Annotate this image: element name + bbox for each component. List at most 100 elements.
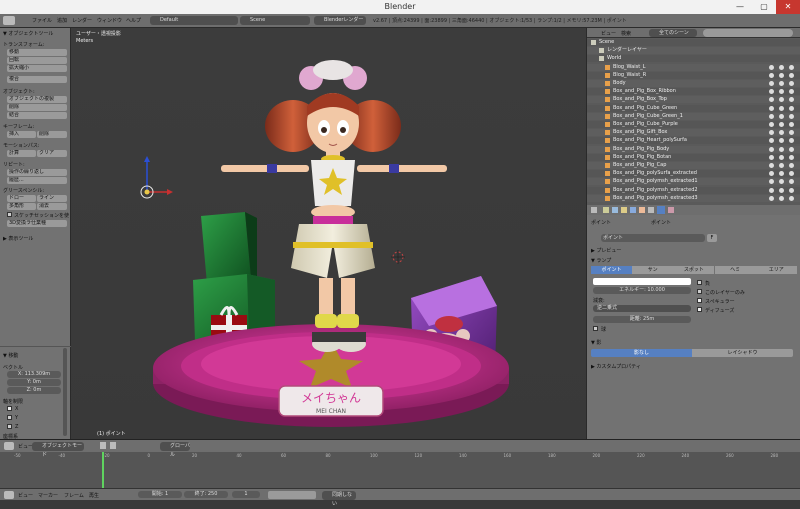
constraints-tab-icon[interactable]	[648, 207, 654, 213]
render-camera-icon[interactable]	[789, 89, 794, 95]
menu-file[interactable]: ファイル	[32, 17, 52, 24]
render-camera-icon[interactable]	[789, 64, 794, 70]
outliner-row[interactable]: Box_and_Pig_Box_Ribbon	[587, 88, 800, 96]
render-camera-icon[interactable]	[789, 138, 794, 144]
select-arrow-icon[interactable]	[779, 154, 784, 160]
outliner-row[interactable]: Body	[587, 80, 800, 87]
select-arrow-icon[interactable]	[779, 113, 784, 119]
select-arrow-icon[interactable]	[779, 146, 784, 152]
timeline-editor-icon[interactable]	[4, 491, 14, 499]
move-operator-header[interactable]: ▼ 移動	[3, 352, 18, 359]
start-frame-field[interactable]: 開始: 1	[138, 491, 182, 498]
render-camera-icon[interactable]	[789, 97, 794, 103]
scene-dropdown[interactable]: Scene	[240, 16, 310, 25]
outliner-row[interactable]: Box_and_Pig_Cube_Purple	[587, 121, 800, 128]
eye-icon[interactable]	[769, 113, 774, 119]
render-camera-icon[interactable]	[789, 195, 794, 201]
render-camera-icon[interactable]	[789, 187, 794, 193]
translate-button[interactable]: 移動	[7, 49, 67, 56]
world-tab-icon[interactable]	[630, 207, 636, 213]
playhead[interactable]	[102, 452, 104, 489]
eye-icon[interactable]	[769, 179, 774, 185]
select-arrow-icon[interactable]	[779, 163, 784, 168]
eye-icon[interactable]	[769, 122, 774, 127]
eye-icon[interactable]	[769, 154, 774, 160]
object-tab-icon[interactable]	[639, 207, 645, 213]
outliner-row[interactable]: World	[587, 55, 800, 63]
vector-x-field[interactable]: X: 113.309m	[7, 371, 61, 378]
info-editor-icon[interactable]	[3, 16, 15, 25]
gp-poly-button[interactable]: 多角形	[7, 203, 36, 210]
sketch-session-checkbox[interactable]	[7, 212, 12, 217]
vector-z-field[interactable]: Z: 0m	[7, 387, 61, 394]
lamp-type-button[interactable]: ポイント	[591, 266, 632, 274]
outliner-menu-view[interactable]: ビュー	[601, 30, 616, 37]
render-camera-icon[interactable]	[789, 130, 794, 136]
3d-viewport[interactable]: ユーザー・透視投影 Meters (1) ポイント メイちゃん MEI CHAN	[71, 28, 586, 439]
outliner-row[interactable]: Box_and_Pig_Gift_Box	[587, 129, 800, 137]
eye-icon[interactable]	[769, 97, 774, 103]
motion-clear-button[interactable]: クリア	[37, 150, 67, 157]
eye-icon[interactable]	[769, 146, 774, 152]
object-tools-header[interactable]: ▼ オブジェクトツール	[3, 30, 53, 37]
select-arrow-icon[interactable]	[779, 179, 784, 185]
shadow-panel-header[interactable]: ▼ 影	[591, 339, 601, 346]
layers-tab-icon[interactable]	[612, 207, 618, 213]
outliner-menu-search[interactable]: 検索	[621, 30, 631, 37]
render-camera-icon[interactable]	[789, 146, 794, 152]
layout-dropdown[interactable]: Default	[150, 16, 238, 25]
menu-render[interactable]: レンダー	[72, 17, 92, 24]
eye-icon[interactable]	[769, 163, 774, 168]
render-camera-icon[interactable]	[789, 113, 794, 119]
duplicate-button[interactable]: オブジェクトの複製	[7, 96, 67, 103]
end-frame-field[interactable]: 終了: 250	[184, 491, 228, 498]
distance-field[interactable]: 距離: 25m	[593, 316, 691, 323]
diffuse-checkbox[interactable]	[697, 307, 702, 312]
outliner-row[interactable]: Box_and_Pig_polymsh_extracted1	[587, 178, 800, 186]
falloff-dropdown[interactable]: 逆二乗式	[593, 305, 691, 312]
outliner-row[interactable]: Blog_Waist_R	[587, 71, 800, 79]
scale-button[interactable]: 拡大縮小	[7, 65, 67, 72]
join-button[interactable]: 結合	[7, 112, 67, 119]
eye-icon[interactable]	[769, 130, 774, 136]
select-arrow-icon[interactable]	[779, 81, 784, 86]
tl-menu-view[interactable]: ビュー	[18, 492, 33, 499]
vector-y-field[interactable]: Y: 0m	[7, 379, 61, 386]
lamp-type-button[interactable]: エリア	[755, 266, 797, 274]
select-arrow-icon[interactable]	[779, 138, 784, 144]
preview-panel-header[interactable]: ▶ プレビュー	[591, 247, 621, 254]
outliner-row[interactable]: Box_and_Pig_Box_Top	[587, 96, 800, 104]
outliner-row[interactable]: Box_and_Pig_polySurfa_extracted	[587, 170, 800, 178]
render-engine-dropdown[interactable]: Blenderレンダー	[314, 16, 366, 25]
playback-controls[interactable]	[268, 491, 316, 499]
gp-erase-button[interactable]: 消去	[37, 203, 67, 210]
select-arrow-icon[interactable]	[779, 187, 784, 193]
lamp-datablock-name[interactable]: ポイント	[601, 234, 705, 242]
shadow-none-button[interactable]: 影なし	[591, 349, 692, 357]
eye-icon[interactable]	[769, 171, 774, 177]
select-arrow-icon[interactable]	[779, 195, 784, 201]
sphere-checkbox[interactable]	[593, 326, 598, 331]
maximize-button[interactable]: ▢	[752, 0, 776, 14]
render-tab-icon[interactable]	[603, 207, 609, 213]
outliner-row[interactable]: Box_and_Pig_Cube_Green_1	[587, 112, 800, 120]
sync-dropdown[interactable]: 同期しない	[322, 490, 356, 507]
shadow-ray-button[interactable]: レイシャドウ	[692, 349, 793, 357]
fake-user-button[interactable]: F	[707, 234, 717, 242]
outliner-row[interactable]: Scene	[587, 39, 800, 46]
outliner-row[interactable]: Box_and_Pig_Cube_Green	[587, 104, 800, 112]
render-camera-icon[interactable]	[789, 179, 794, 185]
select-arrow-icon[interactable]	[779, 64, 784, 70]
select-arrow-icon[interactable]	[779, 89, 784, 95]
eye-icon[interactable]	[769, 89, 774, 95]
lamp-type-button[interactable]: スポット	[673, 266, 715, 274]
outliner-row[interactable]: Box_and_Pig_Pig_Botan	[587, 153, 800, 161]
outliner-row[interactable]: Blog_Waist_L	[587, 63, 800, 71]
render-camera-icon[interactable]	[789, 154, 794, 160]
gp-draw-button[interactable]: ドロー	[7, 195, 36, 202]
gp-convert-button[interactable]: 3D変換ラ仕業種	[7, 220, 67, 227]
custom-props-header[interactable]: ▶ カスタムプロパティ	[591, 363, 641, 370]
eye-icon[interactable]	[769, 81, 774, 86]
render-camera-icon[interactable]	[789, 171, 794, 177]
minimize-button[interactable]: —	[728, 0, 752, 14]
